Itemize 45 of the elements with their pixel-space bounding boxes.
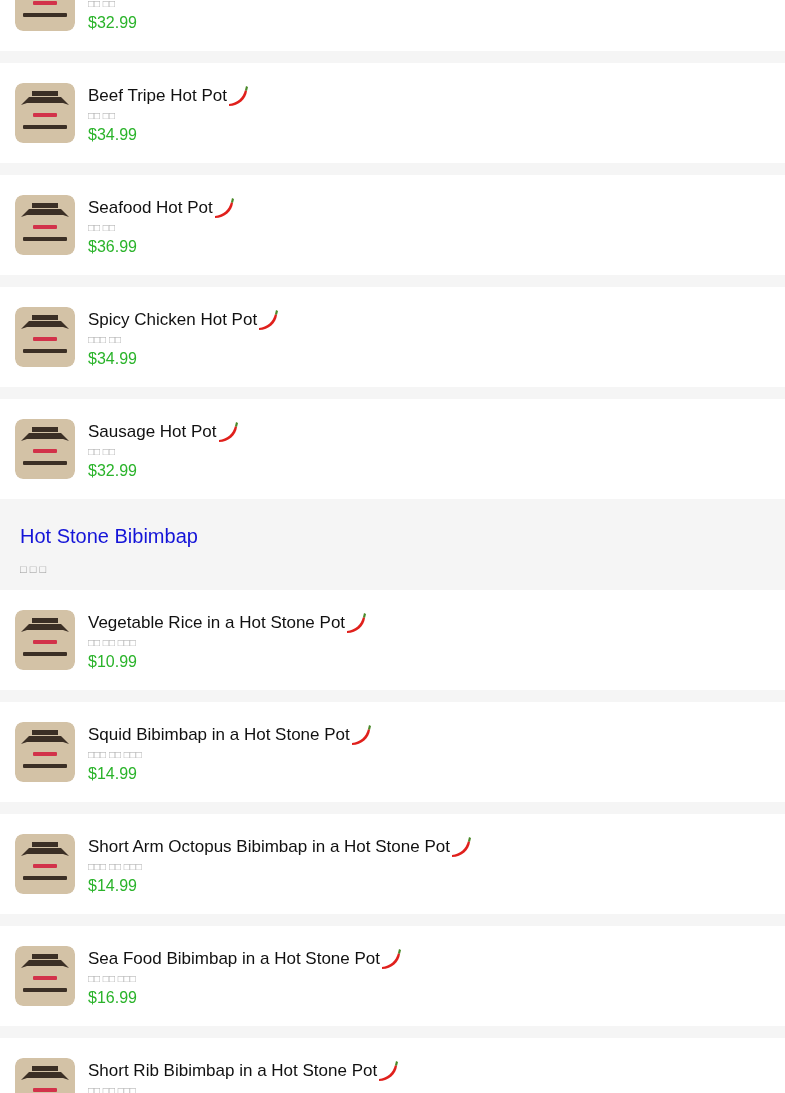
- dish-korean-name: □□ □□: [88, 222, 116, 234]
- menu-item-card[interactable]: Vegetable Rice in a Hot Stone Pot □□ □□ □□□ $10.99: [0, 590, 785, 690]
- logo-icon: [15, 83, 75, 143]
- logo-icon: [15, 946, 75, 1006]
- dish-name: Seafood Hot Pot: [88, 197, 213, 219]
- dish-price: $14.99: [88, 876, 138, 896]
- menu-item-card[interactable]: Beef Tripe Hot Pot □□ □□ $34.99: [0, 63, 785, 163]
- logo-icon: [15, 419, 75, 479]
- logo-icon: [15, 610, 75, 670]
- menu-item-card[interactable]: Squid Bibimbap in a Hot Stone Pot □□□ □□ □□□ $14.99: [0, 702, 785, 802]
- dish-korean-name: □□ □□ □□□: [88, 637, 137, 649]
- dish-name: Beef Tripe Hot Pot: [88, 85, 227, 107]
- dish-name: Sausage Hot Pot: [88, 421, 217, 443]
- dish-price: $32.99: [88, 461, 138, 481]
- section-subtitle: □ □ □: [20, 562, 48, 576]
- logo-icon: [15, 834, 75, 894]
- dish-price: $16.99: [88, 988, 138, 1008]
- logo-icon: [15, 307, 75, 367]
- dish-price: $10.99: [88, 652, 138, 672]
- dish-korean-name: □□ □□: [88, 0, 116, 10]
- logo-icon: [15, 722, 75, 782]
- dish-name: Sea Food Bibimbap in a Hot Stone Pot: [88, 948, 380, 970]
- dish-name: Squid Bibimbap in a Hot Stone Pot: [88, 724, 350, 746]
- menu-item-card[interactable]: Spicy Chicken Hot Pot □□□ □□ $34.99: [0, 287, 785, 387]
- dish-korean-name: □□□ □□ □□□: [88, 749, 143, 761]
- dish-korean-name: □□□ □□: [88, 334, 122, 346]
- dish-korean-name: □□ □□: [88, 110, 116, 122]
- dish-name: Spicy Chicken Hot Pot: [88, 309, 258, 331]
- dish-name: Short Arm Octopus Bibimbap in a Hot Stone Pot: [88, 836, 450, 858]
- menu-item-card[interactable]: Seafood Hot Pot □□ □□ $36.99: [0, 175, 785, 275]
- dish-price: $36.99: [88, 237, 138, 257]
- dish-korean-name: □□ □□ □□□: [88, 973, 137, 985]
- dish-korean-name: □□□ □□ □□□: [88, 861, 143, 873]
- dish-price: $14.99: [88, 764, 138, 784]
- menu-item-card[interactable]: Sea Food Bibimbap in a Hot Stone Pot □□ □□ □□□ $16.99: [0, 926, 785, 1026]
- logo-icon: [15, 195, 75, 255]
- dish-price: $34.99: [88, 349, 138, 369]
- menu-item-card[interactable]: Short Arm Octopus Bibimbap in a Hot Stone Pot □□□ □□ □□□ $14.99: [0, 814, 785, 914]
- dish-korean-name: □□ □□: [88, 446, 116, 458]
- dish-price: $34.99: [88, 125, 138, 145]
- dish-name: Short Rib Bibimbap in a Hot Stone Pot: [88, 1060, 378, 1082]
- dish-name: Vegetable Rice in a Hot Stone Pot: [88, 612, 346, 634]
- section-title: Hot Stone Bibimbap: [20, 524, 199, 548]
- dish-price: $32.99: [88, 13, 137, 33]
- menu-item-card[interactable]: Sausage Hot Pot □□ □□ $32.99: [0, 399, 785, 499]
